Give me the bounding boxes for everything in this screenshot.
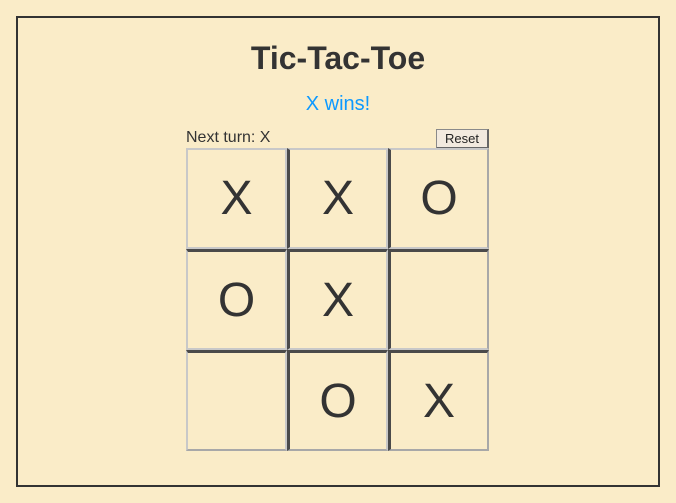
- board-cell-2-2[interactable]: X: [388, 350, 489, 451]
- win-status: X wins!: [305, 93, 371, 115]
- board-cell-0-0[interactable]: X: [186, 148, 287, 249]
- board-cell-0-1[interactable]: X: [287, 148, 388, 249]
- board-cell-0-2[interactable]: O: [388, 148, 489, 249]
- board-cell-1-2[interactable]: [388, 249, 489, 350]
- reset-button[interactable]: Reset: [436, 129, 489, 149]
- board-cell-1-0[interactable]: O: [186, 249, 287, 350]
- game-board: X X O O X O X: [186, 148, 490, 453]
- board-cell-2-0[interactable]: [186, 350, 287, 451]
- board-cell-2-1[interactable]: O: [287, 350, 388, 451]
- next-turn-label: Next turn: X: [186, 129, 271, 146]
- board-cell-1-1[interactable]: X: [287, 249, 388, 350]
- game-title: Tic-Tac-Toe: [250, 40, 426, 76]
